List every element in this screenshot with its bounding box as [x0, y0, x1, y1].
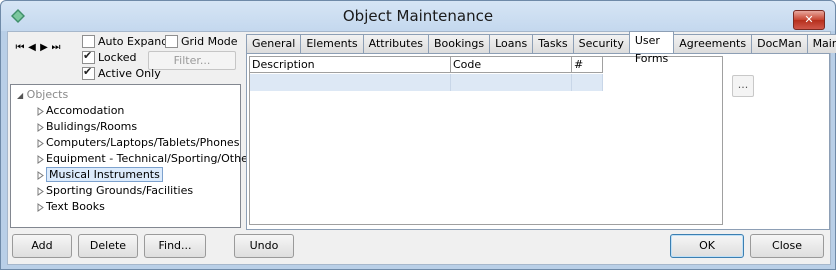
tab-general[interactable]: General	[246, 34, 302, 53]
grid-mode-checkbox[interactable]: Grid Mode	[165, 35, 238, 48]
tree-root-label: Objects	[26, 88, 69, 101]
collapsed-arrow-icon[interactable]	[37, 186, 44, 196]
tree-item-label: Equipment - Technical/Sporting/Other	[46, 152, 253, 165]
delete-button[interactable]: Delete	[78, 234, 138, 258]
auto-expand-box[interactable]	[82, 35, 95, 48]
tab-strip: General Elements Attributes Bookings Loa…	[246, 31, 836, 65]
tree-item[interactable]: Equipment - Technical/Sporting/Other	[37, 151, 252, 167]
tree-item[interactable]: Accomodation	[37, 103, 124, 119]
active-only-label: Active Only	[98, 67, 161, 80]
column-description[interactable]: Description	[250, 57, 451, 73]
user-forms-panel: Description Code # ...	[246, 53, 830, 230]
filter-button[interactable]: Filter...	[148, 51, 236, 70]
tab-user-forms[interactable]: User Forms	[628, 31, 675, 65]
grid-mode-box[interactable]	[165, 35, 178, 48]
prev-record-icon[interactable]: ◀	[26, 42, 38, 53]
expanded-arrow-icon[interactable]: ◢	[17, 91, 23, 100]
locked-checkbox[interactable]: Locked	[82, 49, 137, 64]
tab-docman[interactable]: DocMan	[751, 34, 808, 53]
next-record-icon[interactable]: ▶	[38, 42, 50, 53]
record-navigator: ⏮ ◀ ▶ ⏭	[14, 42, 62, 53]
tree-item-label: Computers/Laptops/Tablets/Phones	[46, 136, 240, 149]
close-button[interactable]: Close	[750, 234, 824, 258]
tree-item-label: Bulidings/Rooms	[46, 120, 138, 133]
cell-description[interactable]	[250, 74, 451, 91]
tree-item[interactable]: Sporting Grounds/Facilities	[37, 183, 193, 199]
collapsed-arrow-icon[interactable]	[37, 154, 44, 164]
auto-expand-label: Auto Expand	[98, 35, 169, 48]
table-row[interactable]	[250, 74, 603, 91]
tree-root[interactable]: ◢ Objects	[17, 87, 68, 103]
cell-number[interactable]	[572, 74, 603, 91]
column-number[interactable]: #	[572, 57, 603, 73]
collapsed-arrow-icon[interactable]	[37, 122, 44, 132]
add-button[interactable]: Add	[12, 234, 72, 258]
tree-item-label: Musical Instruments	[46, 167, 163, 182]
tree-item[interactable]: Bulidings/Rooms	[37, 119, 137, 135]
collapsed-arrow-icon[interactable]	[37, 138, 44, 148]
window-title: Object Maintenance	[342, 7, 494, 25]
tab-bookings[interactable]: Bookings	[427, 34, 491, 53]
last-record-icon[interactable]: ⏭	[50, 42, 62, 53]
user-forms-grid[interactable]: Description Code #	[249, 56, 723, 225]
find-button[interactable]: Find...	[144, 234, 206, 258]
grid-header: Description Code #	[250, 57, 603, 73]
tab-elements[interactable]: Elements	[300, 34, 364, 53]
first-record-icon[interactable]: ⏮	[14, 42, 26, 53]
auto-expand-checkbox[interactable]: Auto Expand	[82, 35, 168, 48]
tree-item-label: Text Books	[46, 200, 105, 213]
title-bar[interactable]: Object Maintenance ✕	[1, 1, 835, 31]
active-only-checkbox[interactable]: Active Only	[82, 65, 161, 80]
grid-mode-label: Grid Mode	[181, 35, 238, 48]
locked-box[interactable]	[82, 49, 95, 64]
collapsed-arrow-icon[interactable]	[37, 202, 44, 212]
tab-maint[interactable]: Maint	[806, 34, 836, 53]
tab-security[interactable]: Security	[572, 34, 630, 53]
tree-item-label: Accomodation	[46, 104, 125, 117]
tree-item-selected[interactable]: Musical Instruments	[37, 167, 163, 183]
tree-item[interactable]: Text Books	[37, 199, 105, 215]
object-maintenance-window: Object Maintenance ✕ ⏮ ◀ ▶ ⏭ Auto Expand Gr…	[0, 0, 836, 270]
cell-code[interactable]	[451, 74, 572, 91]
window-close-button[interactable]: ✕	[793, 10, 825, 30]
tree-item[interactable]: Computers/Laptops/Tablets/Phones	[37, 135, 239, 151]
tab-loans[interactable]: Loans	[489, 34, 534, 53]
column-code[interactable]: Code	[451, 57, 572, 73]
tab-agreements[interactable]: Agreements	[673, 34, 753, 53]
tab-attributes[interactable]: Attributes	[362, 34, 429, 53]
collapsed-arrow-icon[interactable]	[37, 106, 44, 116]
ellipsis-button[interactable]: ...	[732, 75, 754, 97]
locked-label: Locked	[98, 51, 137, 64]
object-tree[interactable]: ◢ Objects Accomodation Bulidings/Rooms C…	[10, 84, 252, 228]
tab-tasks[interactable]: Tasks	[532, 34, 574, 53]
undo-button[interactable]: Undo	[234, 234, 294, 258]
active-only-box[interactable]	[82, 65, 95, 80]
ok-button[interactable]: OK	[670, 234, 744, 258]
collapsed-arrow-icon[interactable]	[37, 170, 44, 180]
tree-item-label: Sporting Grounds/Facilities	[46, 184, 194, 197]
client-area: ⏮◀▶⏭ Auto Expand Grid Mode Locked Filter…	[7, 31, 836, 265]
